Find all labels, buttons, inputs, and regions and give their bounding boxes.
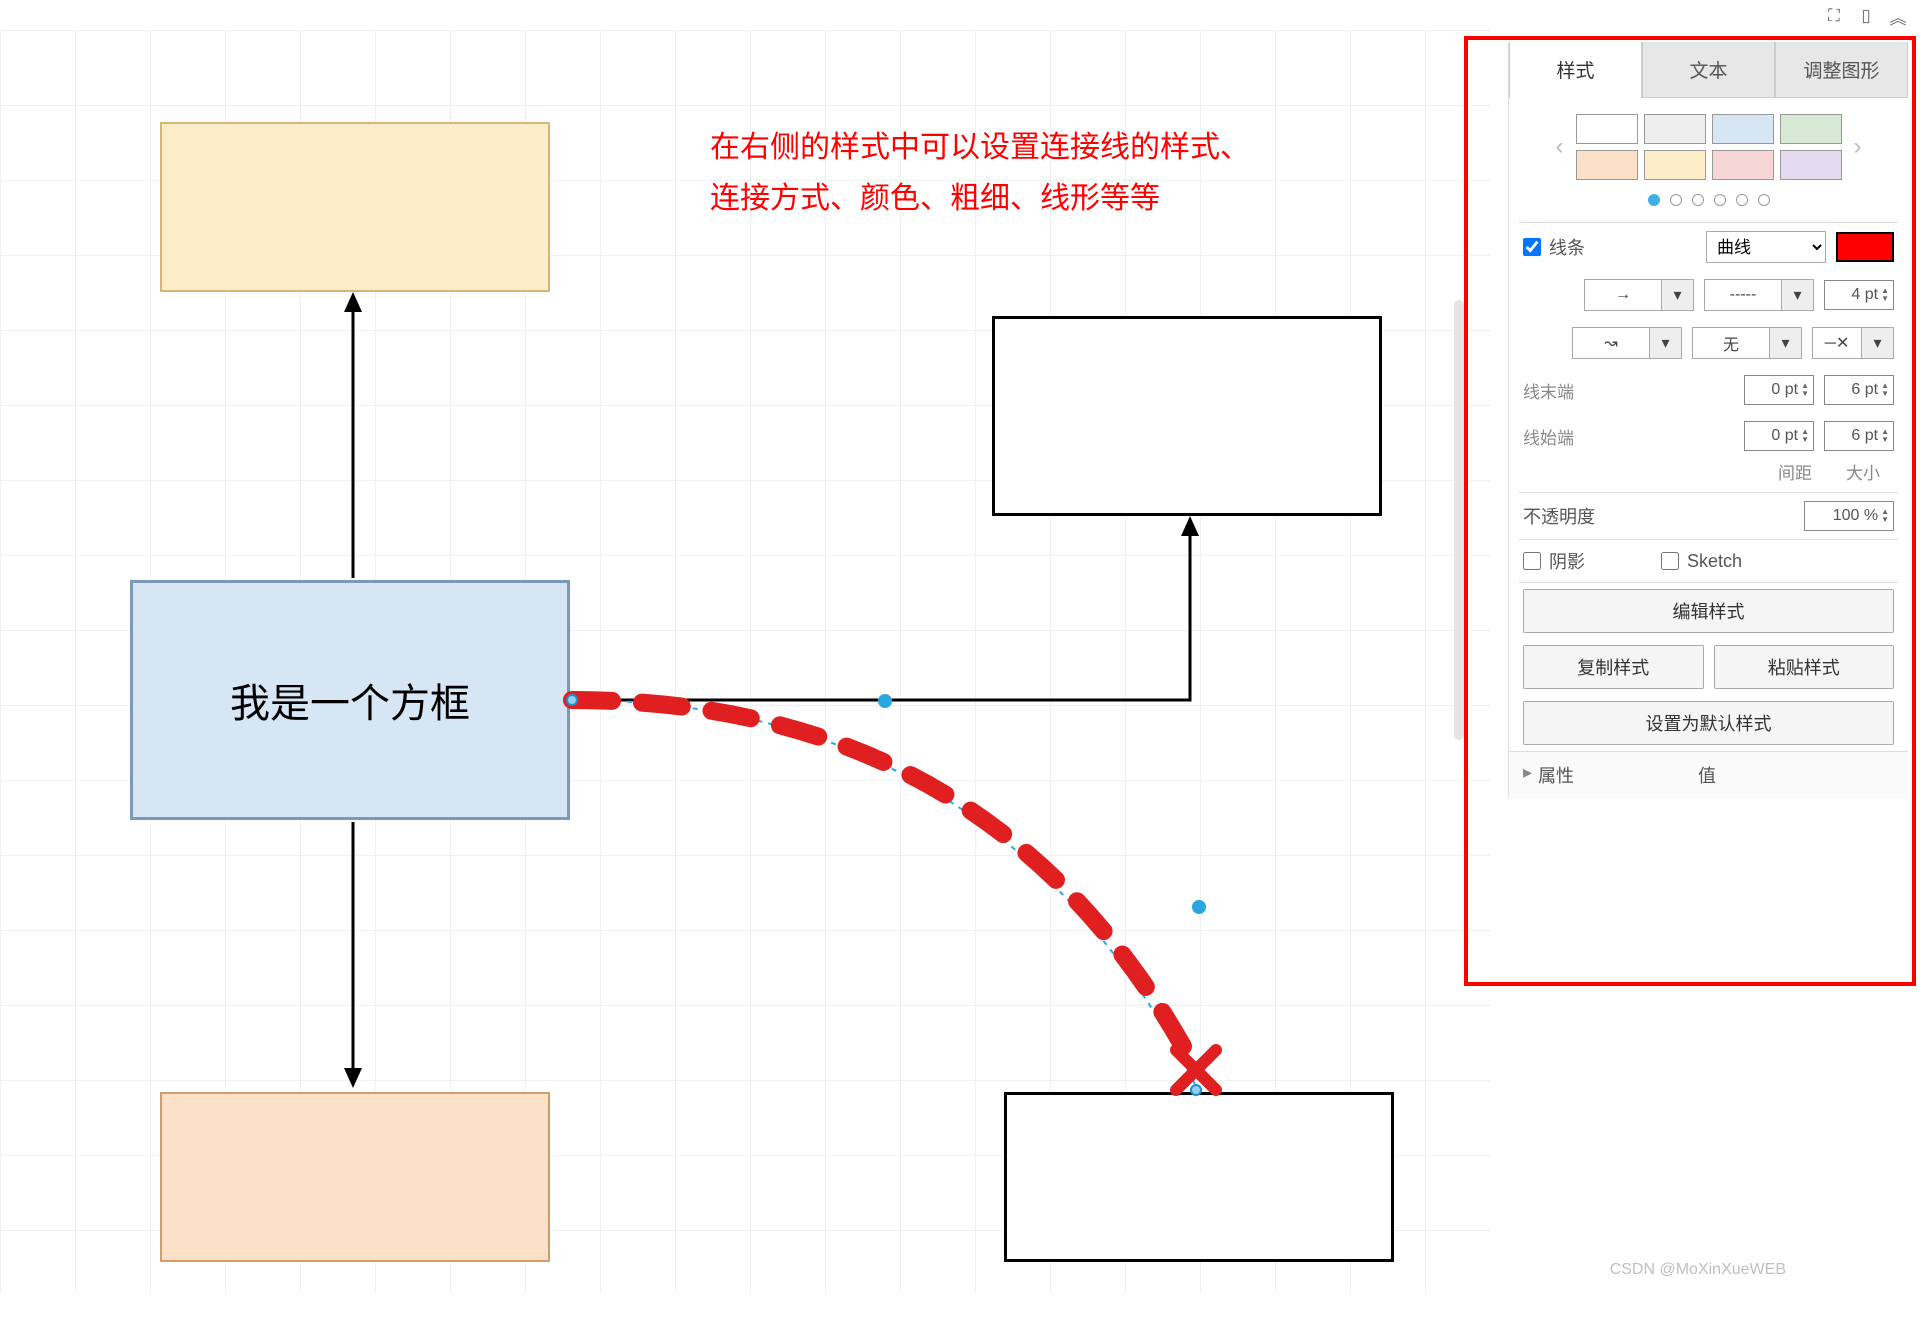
rect-white-bottom[interactable] (1004, 1092, 1394, 1262)
start-size-value: 6 pt (1851, 427, 1878, 445)
dot-2[interactable] (1670, 194, 1682, 206)
swatch-grey[interactable] (1644, 114, 1706, 144)
dot-1[interactable] (1648, 194, 1660, 206)
curve-midpoint-1[interactable] (878, 694, 892, 708)
line-checkbox[interactable] (1523, 238, 1541, 256)
rect-yellow-top[interactable] (160, 122, 550, 292)
end-spacing-input[interactable]: 0 pt▲▼ (1744, 375, 1814, 405)
copy-style-button[interactable]: 复制样式 (1523, 645, 1704, 689)
sketch-checkbox[interactable] (1661, 552, 1679, 570)
shadow-checkbox[interactable] (1523, 552, 1541, 570)
dot-5[interactable] (1736, 194, 1748, 206)
spacing-col-label: 间距 (1778, 459, 1812, 484)
collapse-icon[interactable]: ︽ (1888, 6, 1908, 26)
dot-6[interactable] (1758, 194, 1770, 206)
swatch-blue[interactable] (1712, 114, 1774, 144)
rect-orange-bottom[interactable] (160, 1092, 550, 1262)
swatch-red[interactable] (1712, 150, 1774, 180)
paste-style-button[interactable]: 粘贴样式 (1714, 645, 1895, 689)
opacity-input[interactable]: 100 %▲▼ (1804, 501, 1894, 531)
tab-style[interactable]: 样式 (1509, 42, 1642, 98)
curve-start-handle[interactable] (566, 694, 578, 706)
tab-arrange[interactable]: 调整图形 (1775, 42, 1908, 98)
opacity-label: 不透明度 (1523, 503, 1595, 529)
opacity-value: 100 % (1833, 507, 1878, 525)
shadow-label: 阴影 (1549, 548, 1585, 574)
swatch-white[interactable] (1576, 114, 1638, 144)
edit-style-button[interactable]: 编辑样式 (1523, 589, 1894, 633)
rect-blue-label: 我是一个方框 (230, 671, 470, 729)
prop-val-label: 值 (1698, 762, 1716, 788)
watermark: CSDN @MoXinXueWEB (1610, 1261, 1786, 1279)
rect-blue-main[interactable]: 我是一个方框 (130, 580, 570, 820)
size-col-label: 大小 (1846, 459, 1880, 484)
end-size-input[interactable]: 6 pt▲▼ (1824, 375, 1894, 405)
swatch-yellow[interactable] (1644, 150, 1706, 180)
curve-midpoint-2[interactable] (1192, 900, 1206, 914)
waypoint-caret[interactable]: ▾ (1650, 327, 1682, 359)
prop-attr-label: 属性 (1538, 762, 1698, 788)
line-color-picker[interactable] (1836, 232, 1894, 262)
waypoint-select[interactable]: ↝ (1572, 327, 1650, 359)
dot-3[interactable] (1692, 194, 1704, 206)
panel-icon[interactable]: ▯ (1856, 6, 1876, 26)
line-curve-select[interactable]: 曲线 (1706, 231, 1826, 263)
line-label: 线条 (1549, 234, 1585, 260)
swatch-orange[interactable] (1576, 150, 1638, 180)
connection-caret[interactable]: ▾ (1770, 327, 1802, 359)
annotation-text: 在右侧的样式中可以设置连接线的样式、 连接方式、颜色、粗细、线形等等 (710, 122, 1250, 224)
end-marker-caret[interactable]: ▾ (1862, 327, 1894, 359)
rect-white-top[interactable] (992, 316, 1382, 516)
line-start-label: 线始端 (1523, 424, 1574, 449)
swatch-dots (1509, 186, 1908, 222)
prop-header[interactable]: ▸ 属性 值 (1509, 751, 1908, 798)
tab-text[interactable]: 文本 (1642, 42, 1775, 98)
end-marker-select[interactable]: ─✕ (1812, 327, 1862, 359)
style-panel: 样式 文本 调整图形 ‹ › 线条 曲线 (1508, 42, 1908, 798)
canvas-grid[interactable]: 在右侧的样式中可以设置连接线的样式、 连接方式、颜色、粗细、线形等等 我是一个方… (0, 30, 1490, 1293)
sketch-label: Sketch (1687, 551, 1742, 572)
topbar-icons: ⛶ ▯ ︽ (1824, 6, 1908, 26)
arrow-style-select[interactable]: → (1584, 279, 1662, 311)
line-end-label: 线末端 (1523, 378, 1574, 403)
line-width-input[interactable]: 4 pt ▲▼ (1824, 280, 1894, 310)
end-spacing-value: 0 pt (1771, 381, 1798, 399)
start-spacing-input[interactable]: 0 pt▲▼ (1744, 421, 1814, 451)
start-spacing-value: 0 pt (1771, 427, 1798, 445)
default-style-button[interactable]: 设置为默认样式 (1523, 701, 1894, 745)
swatch-purple[interactable] (1780, 150, 1842, 180)
line-width-value: 4 pt (1851, 286, 1878, 304)
dot-4[interactable] (1714, 194, 1726, 206)
arrow-style-caret[interactable]: ▾ (1662, 279, 1694, 311)
swatch-green[interactable] (1780, 114, 1842, 144)
end-size-value: 6 pt (1851, 381, 1878, 399)
prop-expand-icon: ▸ (1523, 762, 1532, 788)
dash-style-caret[interactable]: ▾ (1782, 279, 1814, 311)
panel-tabs: 样式 文本 调整图形 (1509, 42, 1908, 98)
panel-scrollbar[interactable] (1454, 300, 1464, 740)
curve-end-handle[interactable] (1190, 1084, 1202, 1096)
connection-select[interactable]: 无 (1692, 327, 1770, 359)
fullscreen-icon[interactable]: ⛶ (1824, 6, 1844, 26)
swatch-prev-icon[interactable]: ‹ (1550, 133, 1570, 161)
start-size-input[interactable]: 6 pt▲▼ (1824, 421, 1894, 451)
swatch-grid (1576, 114, 1842, 180)
dash-style-select[interactable]: ----- (1704, 279, 1782, 311)
swatch-next-icon[interactable]: › (1848, 133, 1868, 161)
